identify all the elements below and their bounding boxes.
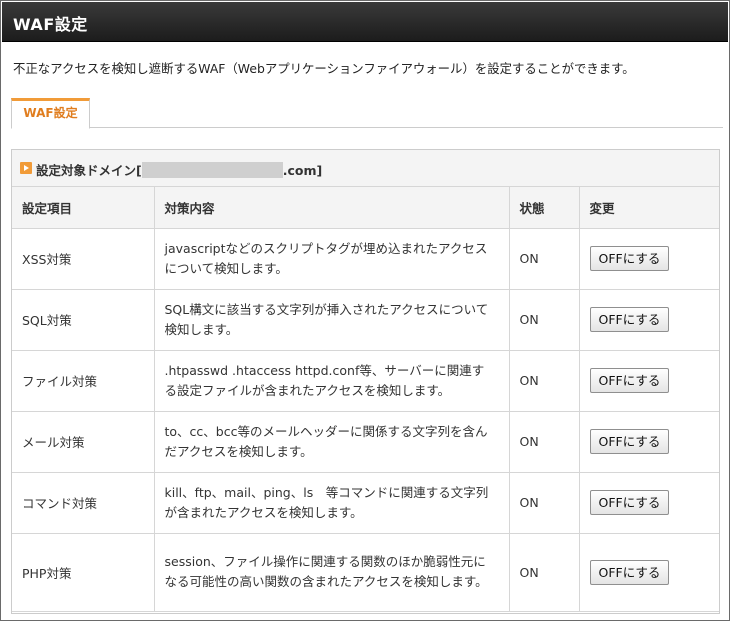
- rule-description: kill、ftp、mail、ping、ls 等コマンドに関連する文字列が含まれた…: [154, 472, 510, 534]
- off-button-mail[interactable]: OFFにする: [589, 429, 670, 454]
- arrow-bullet-icon: [20, 162, 32, 174]
- rule-description: session、ファイル操作に関連する関数のほか脆弱性元になる可能性の高い関数の…: [154, 533, 510, 612]
- off-button-sql[interactable]: OFFにする: [589, 307, 670, 332]
- header-change: 変更: [579, 187, 719, 229]
- table-row: PHP対策 session、ファイル操作に関連する関数のほか脆弱性元になる可能性…: [12, 533, 719, 612]
- waf-panel: 設定対象ドメイン[ .com] 設定項目 対策内容 状態 変更 XSS対策 jav…: [11, 149, 720, 614]
- table-row: SQL対策 SQL構文に該当する文字列が挿入されたアクセスについて検知します。 …: [12, 289, 719, 351]
- rule-action-cell: OFFにする: [579, 289, 719, 351]
- target-domain-prefix: 設定対象ドメイン[: [36, 163, 142, 178]
- title-bar: WAF設定: [2, 2, 728, 42]
- rule-action-cell: OFFにする: [579, 350, 719, 412]
- off-button-xss[interactable]: OFFにする: [589, 246, 670, 271]
- off-button-file[interactable]: OFFにする: [589, 368, 670, 393]
- off-button-command[interactable]: OFFにする: [589, 490, 670, 515]
- page-title: WAF設定: [13, 15, 88, 34]
- rule-action-cell: OFFにする: [579, 411, 719, 473]
- rule-status: ON: [509, 411, 580, 473]
- rule-name: メール対策: [12, 411, 155, 473]
- table-row: コマンド対策 kill、ftp、mail、ping、ls 等コマンドに関連する文…: [12, 472, 719, 534]
- table-row: メール対策 to、cc、bcc等のメールヘッダーに関係する文字列を含んだアクセス…: [12, 411, 719, 473]
- rule-name: SQL対策: [12, 289, 155, 351]
- rule-description: to、cc、bcc等のメールヘッダーに関係する文字列を含んだアクセスを検知します…: [154, 411, 510, 473]
- target-domain-label: 設定対象ドメイン[ .com]: [36, 160, 322, 179]
- rule-action-cell: OFFにする: [579, 228, 719, 290]
- rule-status: ON: [509, 289, 580, 351]
- table-row: XSS対策 javascriptなどのスクリプトタグが埋め込まれたアクセスについ…: [12, 228, 719, 290]
- tab-bar: WAF設定: [11, 96, 723, 129]
- rule-action-cell: OFFにする: [579, 472, 719, 534]
- rule-status: ON: [509, 350, 580, 412]
- tab-waf-settings[interactable]: WAF設定: [11, 98, 90, 129]
- rule-name: XSS対策: [12, 228, 155, 290]
- rule-description: SQL構文に該当する文字列が挿入されたアクセスについて検知します。: [154, 289, 510, 351]
- table-row: ファイル対策 .htpasswd .htaccess httpd.conf等、サ…: [12, 350, 719, 412]
- header-content: 対策内容: [154, 187, 510, 229]
- off-button-php[interactable]: OFFにする: [589, 559, 670, 585]
- rule-status: ON: [509, 533, 580, 612]
- panel-heading: 設定対象ドメイン[ .com]: [12, 150, 719, 187]
- rule-name: PHP対策: [12, 533, 155, 612]
- table-header-row: 設定項目 対策内容 状態 変更: [12, 187, 719, 229]
- rule-status: ON: [509, 228, 580, 290]
- target-domain-suffix: .com]: [282, 163, 323, 178]
- waf-rules-table: 設定項目 対策内容 状態 変更 XSS対策 javascriptなどのスクリプト…: [12, 187, 719, 612]
- rule-description: javascriptなどのスクリプトタグが埋め込まれたアクセスについて検知します…: [154, 228, 510, 290]
- rule-description: .htpasswd .htaccess httpd.conf等、サーバーに関連す…: [154, 350, 510, 412]
- rule-name: コマンド対策: [12, 472, 155, 534]
- rule-action-cell: OFFにする: [579, 533, 719, 612]
- header-item: 設定項目: [12, 187, 155, 229]
- masked-domain: [141, 162, 283, 178]
- rule-status: ON: [509, 472, 580, 534]
- waf-settings-window: WAF設定 不正なアクセスを検知し遮断するWAF（Webアプリケーションファイア…: [0, 0, 730, 621]
- header-status: 状態: [509, 187, 580, 229]
- rule-name: ファイル対策: [12, 350, 155, 412]
- page-description: 不正なアクセスを検知し遮断するWAF（Webアプリケーションファイアウォール）を…: [13, 61, 635, 76]
